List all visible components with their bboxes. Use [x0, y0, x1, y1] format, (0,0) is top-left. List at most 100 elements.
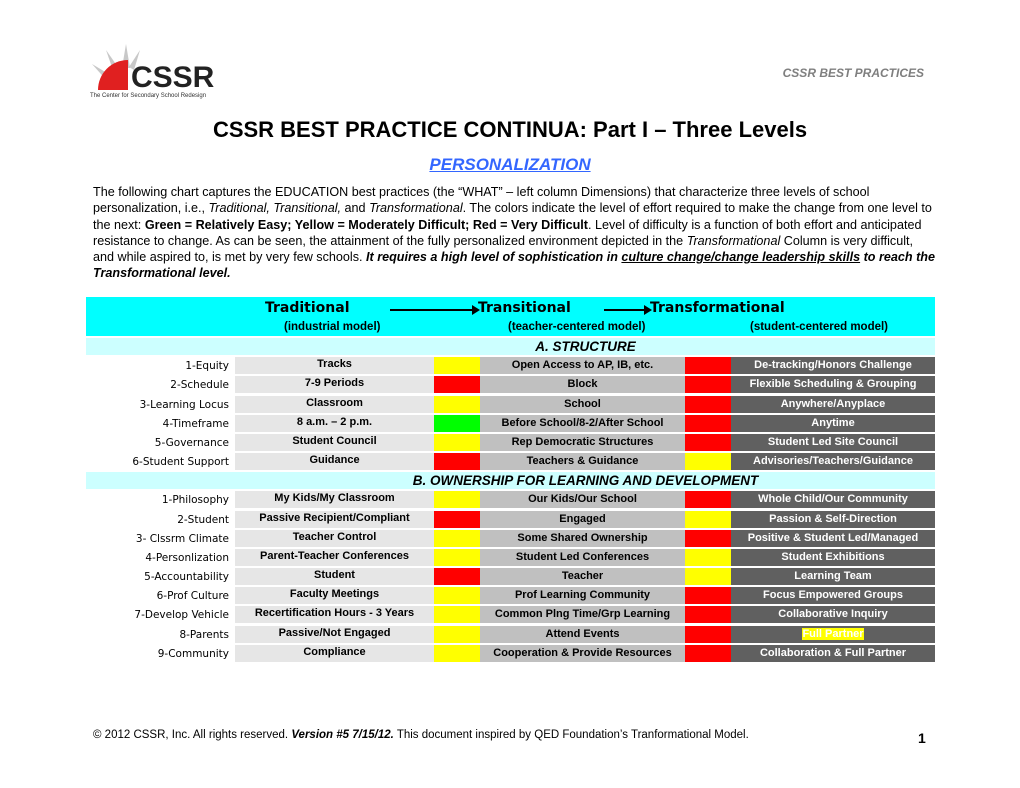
transformational-cell: Learning Team	[731, 568, 935, 586]
transitional-cell: Student Led Conferences	[480, 548, 685, 566]
transitional-cell: Open Access to AP, IB, etc.	[480, 357, 685, 375]
difficulty-swatch-1	[434, 376, 480, 394]
transformational-text: De-tracking/Honors Challenge	[754, 359, 912, 372]
difficulty-swatch-1	[434, 548, 480, 566]
footer: © 2012 CSSR, Inc. All rights reserved. V…	[93, 729, 749, 741]
traditional-cell: Recertification Hours - 3 Years	[235, 606, 434, 624]
traditional-cell: My Kids/My Classroom	[235, 491, 434, 509]
transitional-cell: Our Kids/Our School	[480, 491, 685, 509]
transformational-cell: Advisories/Teachers/Guidance	[731, 453, 935, 471]
traditional-cell: Passive Recipient/Compliant	[235, 510, 434, 528]
dimension-label: 1-Philosophy	[161, 494, 229, 507]
traditional-cell: Classroom	[235, 395, 434, 413]
table-body: A. STRUCTURE 1-Equity Tracks Open Access to…	[86, 338, 935, 662]
traditional-cell: Student	[235, 568, 434, 586]
traditional-cell: Guidance	[235, 453, 434, 471]
table-row: 5-Accountability Student Teacher Learning T…	[86, 568, 935, 586]
difficulty-swatch-1	[434, 568, 480, 586]
difficulty-swatch-2	[685, 568, 731, 586]
dimension-label: 3- Clssrm Climate	[135, 532, 229, 545]
difficulty-swatch-1	[434, 453, 480, 471]
page-title: CSSR BEST PRACTICE CONTINUA: Part I – Th…	[212, 117, 808, 142]
transitional-cell: Prof Learning Community	[480, 587, 685, 605]
section-header: B. OWNERSHIP FOR LEARNING AND DEVELOPMEN…	[86, 472, 935, 490]
transformational-text: Learning Team	[794, 570, 872, 583]
arrow-icon	[390, 305, 480, 315]
difficulty-swatch-1	[434, 414, 480, 432]
table-row: 4-Personlization Parent-Teacher Conferenc…	[86, 548, 935, 566]
levels-header: Traditional Transitional Transformationa…	[86, 297, 935, 336]
difficulty-swatch-2	[685, 395, 731, 413]
dimension-label: 6-Student Support	[132, 456, 229, 469]
table-row: 2-Student Passive Recipient/Compliant Enga…	[86, 510, 935, 528]
difficulty-swatch-1	[434, 606, 480, 624]
transformational-text: Advisories/Teachers/Guidance	[753, 455, 913, 468]
transitional-cell: Rep Democratic Structures	[480, 433, 685, 451]
difficulty-swatch-1	[434, 433, 480, 451]
sunburst-logo-icon: CSSR The Center for Secondary School Red…	[90, 44, 215, 99]
transitional-cell: Cooperation & Provide Resources	[480, 644, 685, 662]
difficulty-swatch-2	[685, 453, 731, 471]
table-row: 6-Prof Culture Faculty Meetings Prof Learn…	[86, 587, 935, 605]
table-row: 8-Parents Passive/Not Engaged Attend Event…	[86, 625, 935, 643]
traditional-cell: Faculty Meetings	[235, 587, 434, 605]
transformational-text: Flexible Scheduling & Grouping	[749, 378, 917, 391]
traditional-cell: 7-9 Periods	[235, 376, 434, 394]
transformational-cell: Full Partner	[731, 625, 935, 643]
svg-text:CSSR: CSSR	[131, 61, 215, 94]
traditional-cell: Teacher Control	[235, 529, 434, 547]
traditional-cell: Parent-Teacher Conferences	[235, 548, 434, 566]
dimension-label: 4-Personlization	[145, 551, 229, 564]
dimension-label: 8-Parents	[179, 628, 229, 641]
difficulty-swatch-1	[434, 587, 480, 605]
difficulty-swatch-2	[685, 357, 731, 375]
transformational-text: Whole Child/Our Community	[758, 493, 908, 506]
difficulty-swatch-2	[685, 644, 731, 662]
difficulty-swatch-1	[434, 395, 480, 413]
table-row: 2-Schedule 7-9 Periods Block Flexible Sched…	[86, 376, 935, 394]
difficulty-swatch-1	[434, 529, 480, 547]
transformational-cell: De-tracking/Honors Challenge	[731, 357, 935, 375]
transitional-cell: School	[480, 395, 685, 413]
transformational-text: Anytime	[811, 416, 855, 429]
transitional-cell: Common Plng Time/Grp Learning	[480, 606, 685, 624]
continua-table: Traditional Transitional Transformationa…	[86, 297, 935, 662]
transformational-text: Student Exhibitions	[781, 550, 885, 563]
traditional-cell: Tracks	[235, 357, 434, 375]
model-transformational: (student-centered model)	[750, 321, 889, 333]
page-subtitle: PERSONALIZATION	[429, 155, 591, 174]
transformational-text: Focus Empowered Groups	[763, 589, 903, 602]
transformational-text: Positive & Student Led/Managed	[747, 531, 919, 544]
transformational-cell: Anywhere/Anyplace	[731, 395, 935, 413]
traditional-cell: 8 a.m. – 2 p.m.	[235, 414, 434, 432]
transformational-cell: Collaborative Inquiry	[731, 606, 935, 624]
table-row: 9-Community Compliance Cooperation & Provi…	[86, 644, 935, 662]
transformational-text: Collaborative Inquiry	[778, 608, 888, 621]
arrow-icon	[604, 305, 652, 315]
transitional-cell: Engaged	[480, 510, 685, 528]
transformational-text: Passion & Self-Direction	[769, 512, 897, 525]
dimension-label: 2-Schedule	[170, 379, 229, 392]
difficulty-swatch-1	[434, 644, 480, 662]
transformational-cell: Flexible Scheduling & Grouping	[731, 376, 935, 394]
table-row: 1-Philosophy My Kids/My Classroom Our Kids…	[86, 491, 935, 509]
table-row: 4-Timeframe 8 a.m. – 2 p.m. Before School/…	[86, 414, 935, 432]
difficulty-swatch-2	[685, 548, 731, 566]
transformational-cell: Whole Child/Our Community	[731, 491, 935, 509]
transformational-text: Anywhere/Anyplace	[780, 397, 886, 410]
difficulty-swatch-2	[685, 376, 731, 394]
table-row: 7-Develop Vehicle Recertification Hours -…	[86, 606, 935, 624]
transformational-cell: Positive & Student Led/Managed	[731, 529, 935, 547]
difficulty-swatch-2	[685, 625, 731, 643]
transitional-cell: Some Shared Ownership	[480, 529, 685, 547]
difficulty-swatch-2	[685, 587, 731, 605]
difficulty-swatch-2	[685, 491, 731, 509]
difficulty-swatch-1	[434, 625, 480, 643]
dimension-label: 7-Develop Vehicle	[134, 609, 229, 622]
difficulty-swatch-2	[685, 529, 731, 547]
difficulty-swatch-1	[434, 357, 480, 375]
transformational-cell: Focus Empowered Groups	[731, 587, 935, 605]
difficulty-swatch-2	[685, 606, 731, 624]
cssr-logo: CSSR The Center for Secondary School Red…	[86, 42, 216, 100]
transformational-text: Full Partner	[802, 627, 864, 640]
